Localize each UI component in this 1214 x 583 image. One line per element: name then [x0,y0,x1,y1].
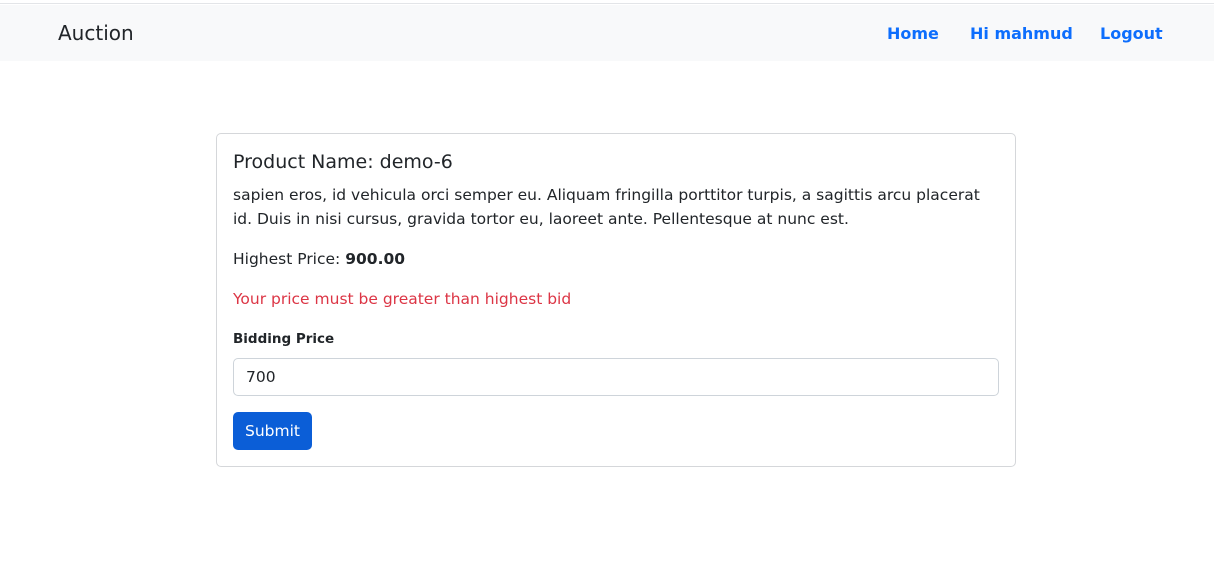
bid-error-message: Your price must be greater than highest … [233,290,572,308]
navbar: Auction Home Hi mahmud Logout [0,5,1214,61]
highest-price-value: 900.00 [345,250,406,268]
highest-price-label: Highest Price: [233,250,341,268]
brand-link[interactable]: Auction [58,20,134,46]
submit-button[interactable]: Submit [233,412,312,450]
product-bid-card: Product Name: demo-6 sapien eros, id veh… [216,133,1016,467]
product-title: Product Name: demo-6 [233,151,453,173]
nav-logout-link[interactable]: Logout [1100,24,1163,44]
top-border [0,0,1214,4]
product-description: sapien eros, id vehicula orci semper eu.… [233,186,980,228]
bidding-price-label: Bidding Price [233,331,335,347]
bidding-price-input[interactable] [233,358,999,396]
highest-price: Highest Price: 900.00 [233,247,405,271]
nav-user-greeting-link[interactable]: Hi mahmud [970,24,1073,44]
nav-home-link[interactable]: Home [887,24,939,44]
